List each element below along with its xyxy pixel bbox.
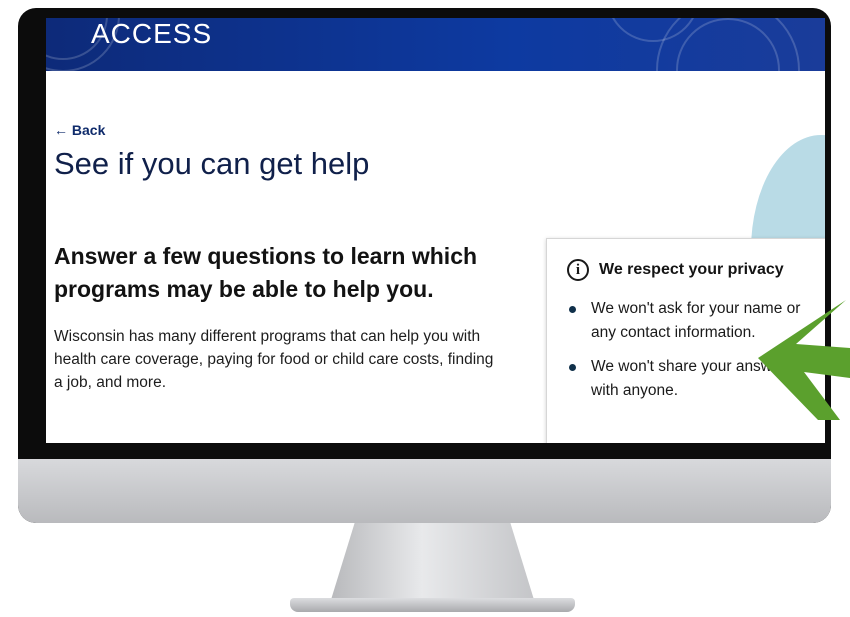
monitor-chin (18, 459, 831, 523)
page-subheading: Answer a few questions to learn which pr… (54, 243, 478, 302)
privacy-card-header: i We respect your privacy (567, 259, 784, 281)
info-icon: i (567, 259, 589, 281)
monitor-frame: ACCESS ← Back See if you can get help An… (18, 8, 831, 523)
monitor-stand (330, 523, 535, 603)
page-title: See if you can get help (54, 146, 370, 181)
back-link-label: Back (71, 122, 106, 138)
brand-logo-text[interactable]: ACCESS (91, 18, 212, 50)
green-pointer-arrow-icon (758, 300, 850, 420)
header-banner: ACCESS (46, 18, 825, 71)
browser-screen: ACCESS ← Back See if you can get help An… (46, 18, 825, 443)
bullet-icon (569, 364, 576, 371)
page-description: Wisconsin has many different programs th… (54, 328, 494, 391)
arrow-left-icon: ← (54, 122, 68, 138)
bullet-icon (569, 306, 576, 313)
monitor-base (290, 598, 575, 612)
privacy-card-title: We respect your privacy (599, 261, 784, 278)
back-link[interactable]: ← Back (54, 122, 105, 138)
